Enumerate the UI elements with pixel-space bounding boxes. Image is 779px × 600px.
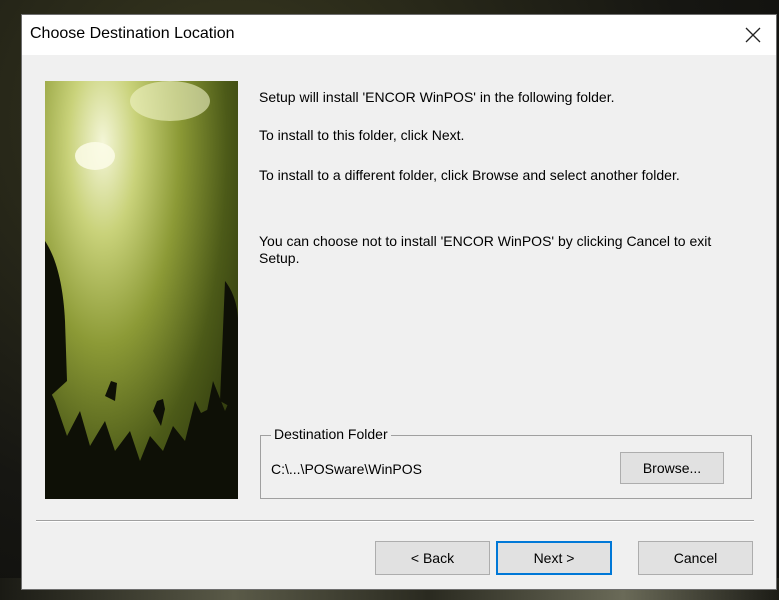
separator [36,520,754,522]
title-bar[interactable]: Choose Destination Location [22,15,776,55]
destination-path: C:\...\POSware\WinPOS [271,461,422,477]
browse-button[interactable]: Browse... [620,452,724,484]
next-instruction-text: To install to this folder, click Next. [259,127,465,143]
cancel-instruction-text: You can choose not to install 'ENCOR Win… [259,233,712,266]
setup-dialog: Choose Destination Location Setup will i… [21,14,777,590]
close-icon [745,27,761,43]
close-button[interactable] [730,15,776,55]
destination-folder-legend: Destination Folder [271,426,391,442]
install-info-text: Setup will install 'ENCOR WinPOS' in the… [259,89,615,105]
browse-instruction-text: To install to a different folder, click … [259,167,680,183]
next-button[interactable]: Next > [496,541,612,575]
concert-banner-image [45,81,238,499]
cancel-button[interactable]: Cancel [638,541,753,575]
back-button[interactable]: < Back [375,541,490,575]
dialog-title: Choose Destination Location [30,25,235,42]
destination-folder-group: Destination Folder C:\...\POSware\WinPOS… [260,426,752,499]
